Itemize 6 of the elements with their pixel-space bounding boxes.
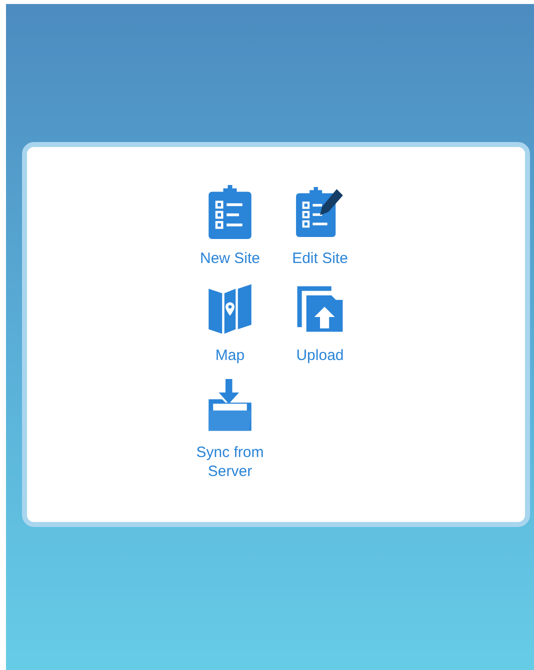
clipboard-pen-icon xyxy=(295,185,345,239)
menu-item[interactable]: New Site xyxy=(185,185,275,268)
menu-item[interactable]: Sync from Server xyxy=(185,379,275,481)
menu-item[interactable]: Upload xyxy=(275,282,365,365)
menu-item[interactable]: Edit Site xyxy=(275,185,365,268)
menu-item[interactable]: Map xyxy=(185,282,275,365)
